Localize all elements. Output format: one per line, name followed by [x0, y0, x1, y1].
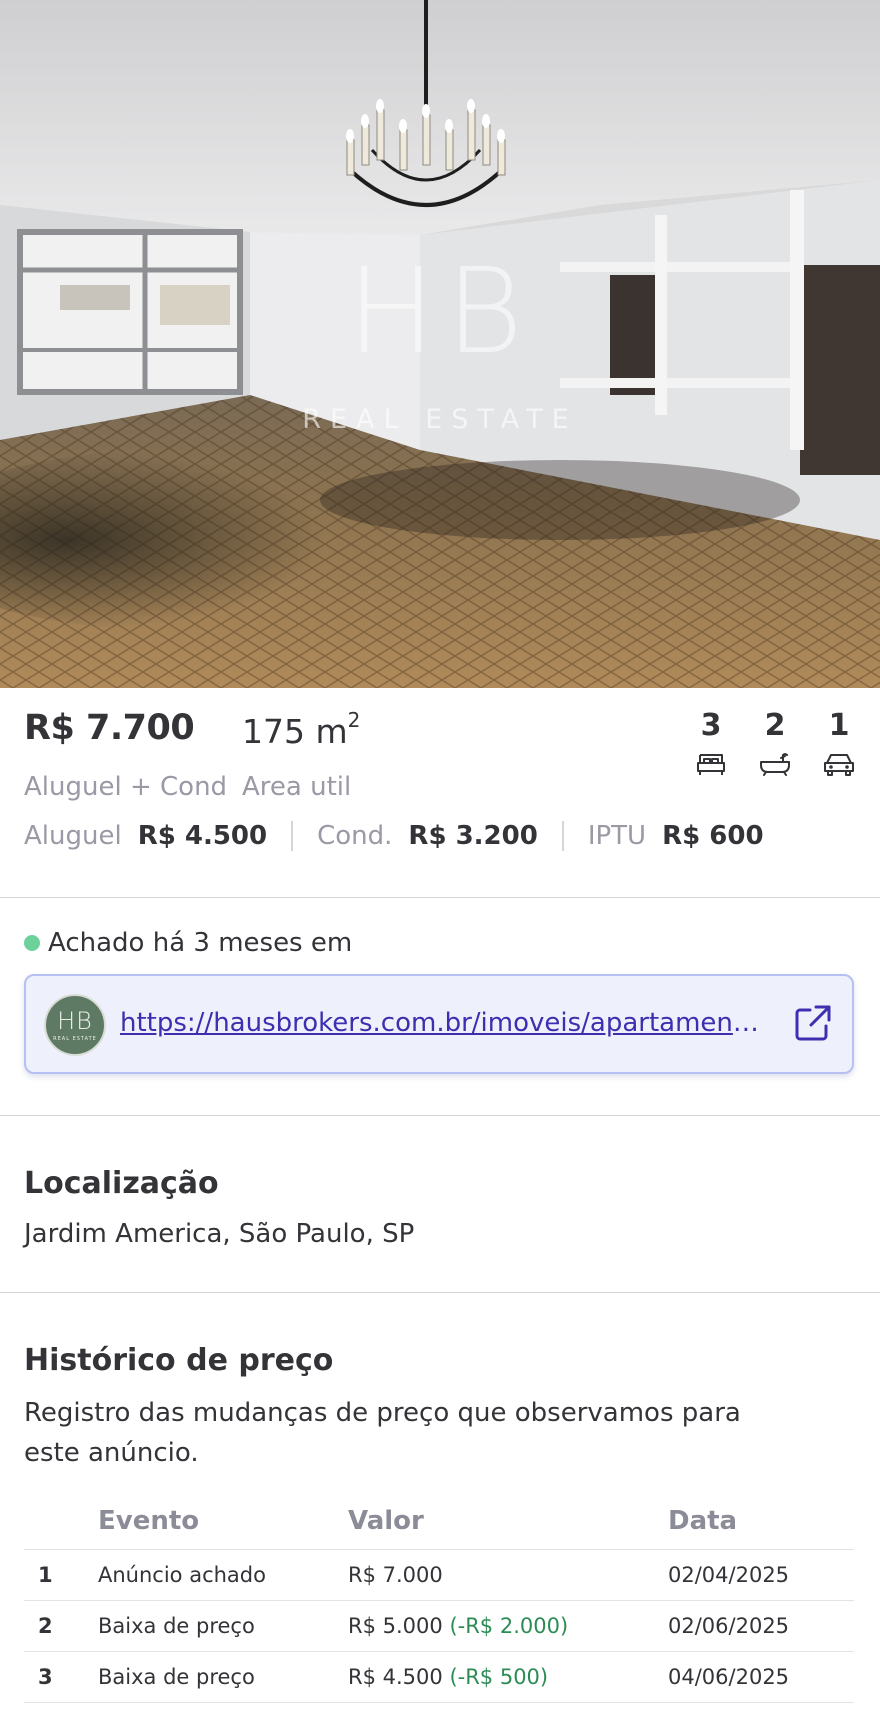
found-text: Achado há 3 meses em — [48, 928, 353, 958]
condo-cost: Cond. R$ 3.200 — [291, 821, 562, 851]
row-event: Baixa de preço — [98, 1600, 348, 1652]
row-index: 1 — [24, 1549, 98, 1601]
source-section: Achado há 3 meses em HB REAL ESTATE http… — [0, 898, 880, 1116]
column-header-value: Valor — [348, 1493, 668, 1550]
cost-breakdown: Aluguel R$ 4.500 Cond. R$ 3.200 IPTU R$ … — [24, 814, 788, 858]
column-header-date: Data — [668, 1493, 854, 1550]
table-row: 1 Anúncio achado R$ 7.000 02/04/2025 — [24, 1549, 854, 1601]
status-dot-icon — [24, 935, 40, 951]
area-value: 175 m2 — [242, 708, 360, 751]
bedrooms-number: 3 — [700, 708, 722, 743]
iptu-value: R$ 600 — [662, 821, 764, 851]
total-price-caption: Aluguel + Cond — [24, 772, 228, 802]
bathtub-icon — [760, 753, 790, 776]
row-price-change: (-R$ 500) — [449, 1664, 549, 1689]
found-status: Achado há 3 meses em — [24, 928, 352, 958]
price-history-title: Histórico de preço — [24, 1343, 334, 1378]
condo-label: Cond. — [317, 821, 393, 851]
price-history-table: Evento Valor Data 1 Anúncio achado R$ 7.… — [24, 1493, 854, 1703]
row-event: Anúncio achado — [98, 1549, 348, 1601]
row-value: R$ 4.500 (-R$ 500) — [348, 1651, 668, 1703]
row-index: 2 — [24, 1600, 98, 1652]
source-link-card[interactable]: HB REAL ESTATE https://hausbrokers.com.b… — [24, 974, 854, 1074]
row-index: 3 — [24, 1651, 98, 1703]
row-price: R$ 5.000 — [348, 1613, 443, 1638]
price-history-section: Histórico de preço Registro das mudanças… — [0, 1293, 880, 1728]
source-logo-text: REAL ESTATE — [53, 1036, 97, 1042]
row-price: R$ 4.500 — [348, 1664, 443, 1689]
watermark-logo: HB — [347, 242, 533, 380]
bathrooms-count: 2 — [750, 708, 800, 776]
row-value: R$ 7.000 — [348, 1549, 668, 1601]
parking-number: 1 — [828, 708, 850, 743]
location-title: Localização — [24, 1166, 219, 1201]
bed-icon — [697, 754, 725, 775]
column-header-event: Evento — [98, 1493, 348, 1550]
location-address: Jardim America, São Paulo, SP — [24, 1219, 415, 1249]
total-price: R$ 7.700 — [24, 708, 195, 748]
rent-value: R$ 4.500 — [137, 821, 268, 851]
row-price: R$ 7.000 — [348, 1562, 443, 1587]
listing-photo[interactable]: HB REAL ESTATE — [0, 0, 880, 688]
watermark-text: REAL ESTATE — [302, 404, 578, 435]
source-logo: HB REAL ESTATE — [44, 994, 106, 1056]
row-date: 04/06/2025 — [668, 1651, 854, 1703]
row-date: 02/04/2025 — [668, 1549, 854, 1601]
location-section: Localização Jardim America, São Paulo, S… — [0, 1116, 880, 1293]
source-logo-mark: HB — [57, 1007, 93, 1035]
parking-count: 1 — [814, 708, 864, 776]
rent-cost: Aluguel R$ 4.500 — [24, 821, 291, 851]
area-number: 175 m — [242, 712, 348, 751]
bedrooms-count: 3 — [686, 708, 736, 776]
car-icon — [824, 754, 854, 776]
price-history-description: Registro das mudanças de preço que obser… — [24, 1398, 741, 1468]
rent-label: Aluguel — [24, 821, 122, 851]
area-exponent: 2 — [347, 708, 361, 732]
row-event: Baixa de preço — [98, 1651, 348, 1703]
row-date: 02/06/2025 — [668, 1600, 854, 1652]
row-value: R$ 5.000 (-R$ 2.000) — [348, 1600, 668, 1652]
table-row: 2 Baixa de preço R$ 5.000 (-R$ 2.000) 02… — [24, 1600, 854, 1652]
iptu-label: IPTU — [587, 821, 647, 851]
external-link-icon[interactable] — [792, 1002, 834, 1044]
condo-value: R$ 3.200 — [408, 821, 538, 851]
area-caption: Area util — [242, 772, 352, 802]
column-header-index — [24, 1493, 98, 1550]
iptu-cost: IPTU R$ 600 — [561, 821, 788, 851]
listing-summary: R$ 7.700 Aluguel + Cond 175 m2 Area util… — [0, 688, 880, 898]
source-url-link[interactable]: https://hausbrokers.com.br/imoveis/apart… — [120, 1008, 760, 1038]
bathrooms-number: 2 — [764, 708, 786, 743]
table-header-row: Evento Valor Data — [24, 1493, 854, 1550]
table-row: 3 Baixa de preço R$ 4.500 (-R$ 500) 04/0… — [24, 1651, 854, 1703]
row-price-change: (-R$ 2.000) — [449, 1613, 569, 1638]
